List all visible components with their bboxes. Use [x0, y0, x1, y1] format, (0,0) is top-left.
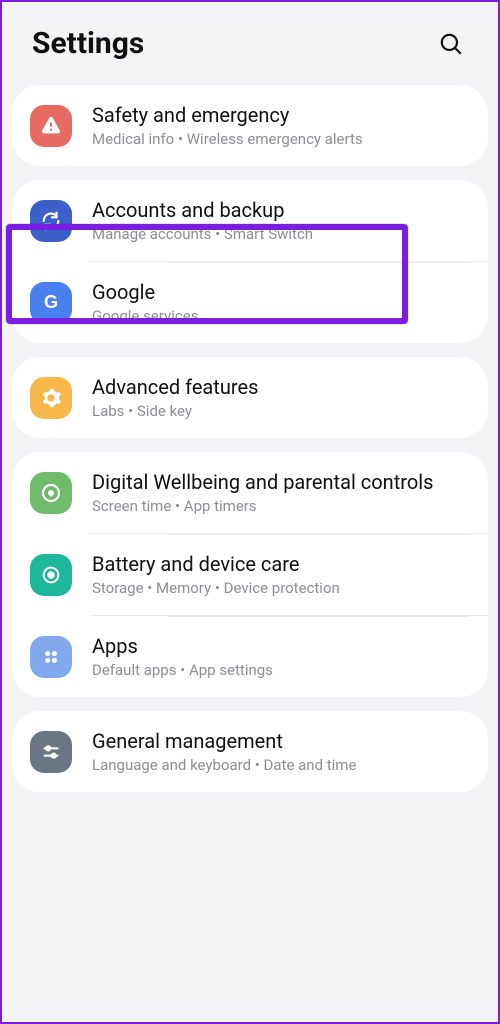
settings-item-wellbeing[interactable]: Digital Wellbeing and parental controls … [12, 452, 488, 533]
item-title: Google [92, 280, 466, 305]
item-subtitle: Storage • Memory • Device protection [92, 579, 466, 597]
settings-header: Settings [12, 2, 488, 85]
item-title: Apps [92, 634, 466, 659]
item-title: Safety and emergency [92, 103, 466, 128]
item-subtitle: Medical info • Wireless emergency alerts [92, 130, 466, 148]
svg-text:G: G [44, 292, 58, 312]
settings-item-apps[interactable]: Apps Default apps • App settings [90, 615, 488, 697]
search-icon [438, 31, 464, 57]
item-subtitle: Language and keyboard • Date and time [92, 756, 466, 774]
settings-group: Accounts and backup Manage accounts • Sm… [12, 180, 488, 343]
gear-icon [30, 377, 72, 419]
sync-icon [30, 200, 72, 242]
item-title: Battery and device care [92, 552, 466, 577]
item-subtitle: Screen time • App timers [92, 497, 466, 515]
settings-item-advanced[interactable]: Advanced features Labs • Side key [12, 357, 488, 438]
settings-item-accounts[interactable]: Accounts and backup Manage accounts • Sm… [12, 180, 488, 261]
settings-group: Advanced features Labs • Side key [12, 357, 488, 438]
wellbeing-icon [30, 472, 72, 514]
settings-item-safety[interactable]: Safety and emergency Medical info • Wire… [12, 85, 488, 166]
item-title: Advanced features [92, 375, 466, 400]
settings-group: Safety and emergency Medical info • Wire… [12, 85, 488, 166]
settings-item-google[interactable]: G Google Google services [90, 261, 488, 343]
item-title: General management [92, 729, 466, 754]
item-subtitle: Manage accounts • Smart Switch [92, 225, 466, 243]
item-title: Digital Wellbeing and parental controls [92, 470, 466, 495]
page-title: Settings [32, 26, 144, 61]
item-subtitle: Default apps • App settings [92, 661, 466, 679]
sliders-icon [30, 731, 72, 773]
item-subtitle: Labs • Side key [92, 402, 466, 420]
apps-icon [30, 636, 72, 678]
item-title: Accounts and backup [92, 198, 466, 223]
settings-group: General management Language and keyboard… [12, 711, 488, 792]
alert-icon [30, 105, 72, 147]
google-icon: G [30, 282, 72, 324]
settings-item-battery[interactable]: Battery and device care Storage • Memory… [90, 533, 488, 615]
settings-group: Digital Wellbeing and parental controls … [12, 452, 488, 697]
item-subtitle: Google services [92, 307, 466, 325]
search-button[interactable] [434, 27, 468, 61]
settings-item-general[interactable]: General management Language and keyboard… [12, 711, 488, 792]
device-care-icon [30, 554, 72, 596]
